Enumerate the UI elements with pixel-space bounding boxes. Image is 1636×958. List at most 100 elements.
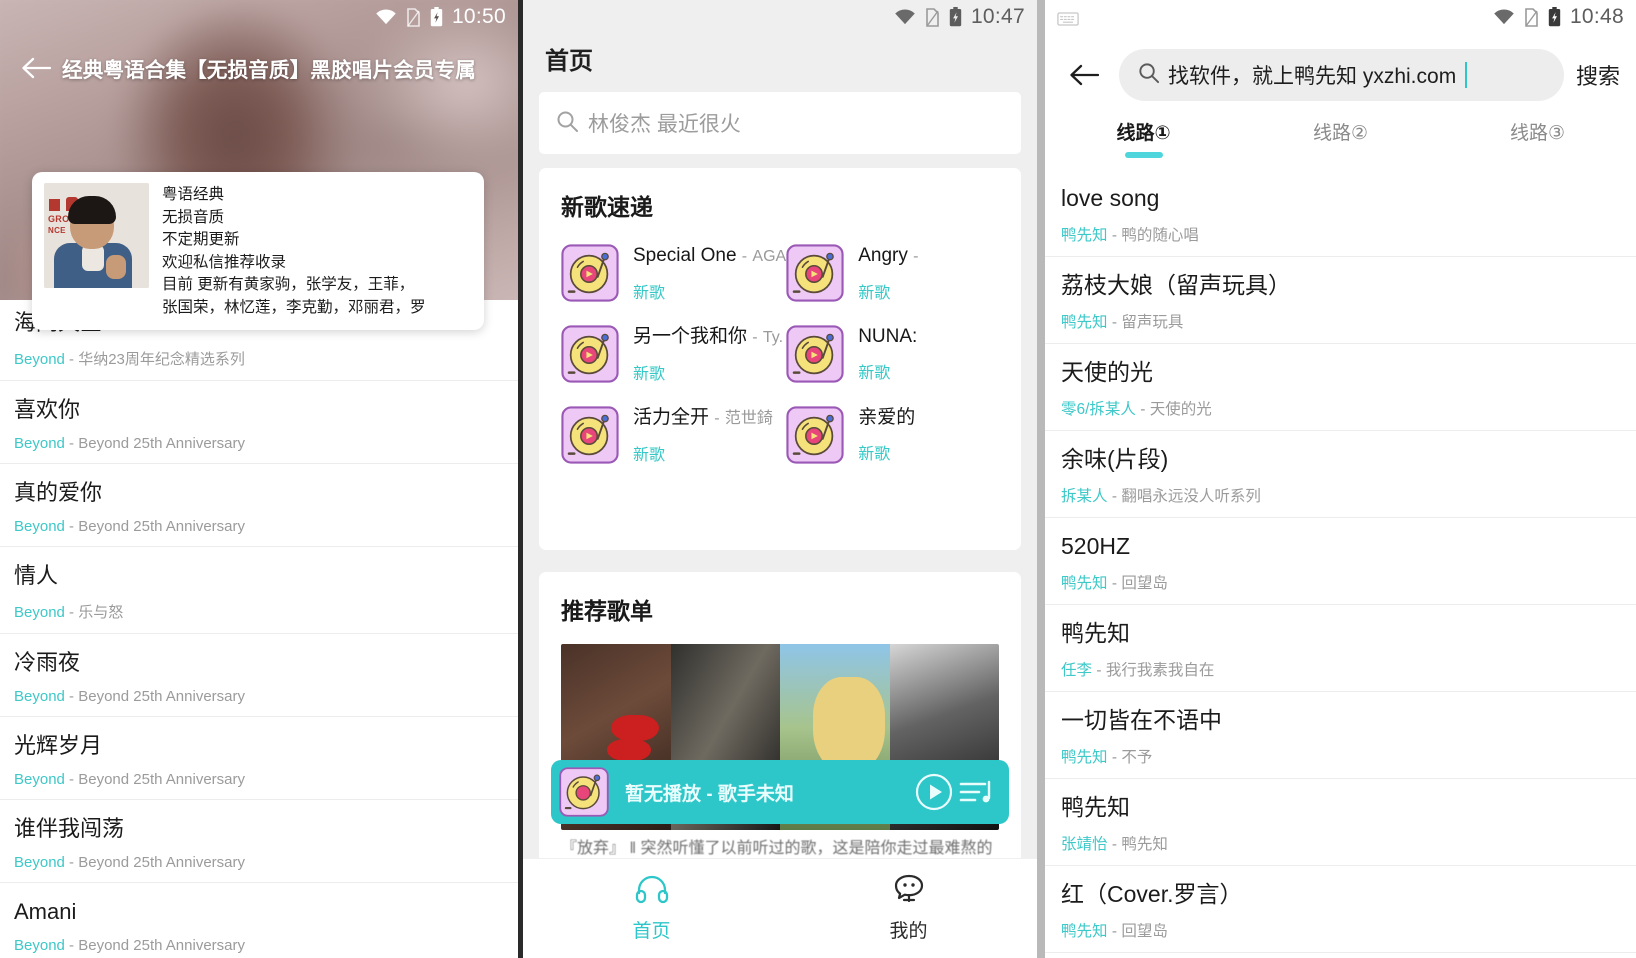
result-title: 鸭先知 (1061, 620, 1130, 646)
new-song-item[interactable]: 活力全开 - 范世錡 新歌 (561, 406, 786, 465)
vinyl-icon (561, 244, 619, 302)
tab-home-label: 首页 (632, 921, 671, 942)
song-title: 冷雨夜 (14, 650, 81, 675)
new-song-title-line: NUNA: (858, 325, 917, 349)
song-album: Beyond 25th Anniversary (78, 688, 245, 705)
phone-screen-album-detail: 10:50 经典粤语合集【无损音质】黑胶唱片会员专属 GROUNCE 粤语经典 (0, 0, 518, 958)
back-arrow-icon[interactable] (14, 46, 58, 90)
song-separator: - (69, 771, 75, 788)
search-icon (555, 109, 579, 138)
status-bar-clock: 10:48 (1569, 5, 1624, 28)
song-list-item[interactable]: 谁伴我闯荡 Beyond - Beyond 25th Anniversary (0, 800, 518, 883)
search-result-item[interactable]: 天使的光 零6/拆某人 - 天使的光 (1045, 344, 1636, 431)
status-bar-clock: 10:50 (451, 5, 506, 28)
new-song-item[interactable]: 另一个我和你 - Ty. 新歌 (561, 325, 786, 384)
result-separator: - (1140, 401, 1146, 418)
search-input-value: 找软件，就上鸭先知 yxzhi.com (1168, 65, 1457, 88)
source-tabs: 线路① 线路② 线路③ (1045, 118, 1636, 168)
result-meta: 鸭先知 - 鸭的随心唱 (1061, 223, 1620, 245)
song-list-item[interactable]: 冷雨夜 Beyond - Beyond 25th Anniversary (0, 634, 518, 717)
new-songs-grid: Special One - AGA 新歌 Angry - 新歌 另一个我和你 -… (561, 244, 999, 465)
song-album: 乐与怒 (78, 604, 124, 621)
new-song-item[interactable]: Special One - AGA 新歌 (561, 244, 786, 303)
result-album: 不予 (1121, 749, 1153, 766)
tab-line-1[interactable]: 线路① (1045, 118, 1242, 168)
new-song-item[interactable]: NUNA: 新歌 (786, 325, 999, 384)
result-meta: 鸭先知 - 留声玩具 (1061, 310, 1620, 332)
tab-home[interactable]: 首页 (523, 859, 780, 958)
tab-line-2-label: 线路② (1312, 123, 1369, 144)
back-arrow-icon[interactable] (1061, 52, 1107, 98)
result-meta: 零6/拆某人 - 天使的光 (1061, 397, 1620, 419)
song-list-item[interactable]: 光辉岁月 Beyond - Beyond 25th Anniversary (0, 717, 518, 800)
result-separator: - (1111, 749, 1117, 766)
status-bar-right: 10:48 (1493, 5, 1624, 29)
page-title: 首页 (545, 47, 593, 75)
search-result-item[interactable]: 520HZ 鸭先知 - 回望岛 (1045, 518, 1636, 605)
tab-line-1-label: 线路① (1116, 123, 1171, 144)
new-song-separator: - (752, 329, 758, 346)
search-result-item[interactable]: 鸭先知 张靖怡 - 鸭先知 (1045, 779, 1636, 866)
search-result-item[interactable]: 荔枝大娘（留声玩具） 鸭先知 - 留声玩具 (1045, 257, 1636, 344)
account-bubble-icon (892, 874, 926, 909)
search-result-item[interactable]: 红（Cover.罗言） 鸭先知 - 回望岛 (1045, 866, 1636, 953)
search-result-item[interactable]: 鸭先知 任李 - 我行我素我自在 (1045, 605, 1636, 692)
song-album: Beyond 25th Anniversary (78, 854, 245, 871)
search-result-item[interactable]: 余味(片段) 拆某人 - 翻唱永远没人听系列 (1045, 431, 1636, 518)
tab-line-3[interactable]: 线路③ (1439, 118, 1636, 168)
new-song-badge: 新歌 (858, 285, 891, 302)
album-top-bar: 经典粤语合集【无损音质】黑胶唱片会员专属 (0, 36, 518, 100)
song-artist: Beyond (14, 351, 65, 368)
search-input[interactable]: 林俊杰 最近很火 (539, 92, 1021, 154)
battery-charging-icon (1548, 7, 1561, 27)
song-list-item[interactable]: Amani Beyond - Beyond 25th Anniversary (0, 883, 518, 958)
tab-line-3-label: 线路③ (1509, 123, 1566, 144)
result-title: love song (1061, 185, 1160, 211)
result-artist: 鸭先知 (1061, 314, 1108, 331)
new-song-item[interactable]: Angry - 新歌 (786, 244, 999, 303)
phone-screen-search-results: 10:48 找软件，就上鸭先知 yxzhi.com 搜索 线路① 线路② 线路③… (1045, 0, 1636, 958)
new-song-title: 另一个我和你 (633, 326, 748, 347)
search-result-item[interactable]: 鸭先知（伴奏） (1045, 953, 1636, 958)
song-album: Beyond 25th Anniversary (78, 435, 245, 452)
song-list-item[interactable]: 喜欢你 Beyond - Beyond 25th Anniversary (0, 381, 518, 464)
search-result-item[interactable]: love song 鸭先知 - 鸭的随心唱 (1045, 170, 1636, 257)
home-header: 首页 (523, 30, 1037, 86)
result-meta: 鸭先知 - 回望岛 (1061, 919, 1620, 941)
tab-mine[interactable]: 我的 (780, 859, 1037, 958)
album-cover-thumbnail: GROU NCE (44, 183, 149, 288)
album-info-card[interactable]: GROU NCE 粤语经典 无损音质 不定期更新 欢迎私信推荐收录 目前 更新有黄… (32, 172, 484, 330)
search-results-list[interactable]: love song 鸭先知 - 鸭的随心唱 荔枝大娘（留声玩具） 鸭先知 - 留… (1045, 170, 1636, 958)
song-album: Beyond 25th Anniversary (78, 937, 245, 954)
new-song-item[interactable]: 亲爱的 新歌 (786, 406, 999, 465)
search-submit-button[interactable]: 搜索 (1576, 59, 1620, 91)
song-meta: Beyond - Beyond 25th Anniversary (14, 688, 504, 705)
song-album: Beyond 25th Anniversary (78, 771, 245, 788)
result-meta: 拆某人 - 翻唱永远没人听系列 (1061, 484, 1620, 506)
result-album: 回望岛 (1121, 923, 1168, 940)
wifi-icon (1493, 9, 1515, 25)
result-title: 天使的光 (1061, 359, 1153, 385)
result-meta: 鸭先知 - 不予 (1061, 745, 1620, 767)
song-list-item[interactable]: 真的爱你 Beyond - Beyond 25th Anniversary (0, 464, 518, 547)
result-title: 520HZ (1061, 533, 1131, 559)
result-meta: 任李 - 我行我素我自在 (1061, 658, 1620, 680)
playlist-music-icon[interactable] (955, 771, 997, 813)
play-circle-icon[interactable] (913, 771, 955, 813)
album-description-line: 粤语经典 (162, 186, 225, 203)
vinyl-icon (561, 406, 619, 464)
new-song-separator: - (741, 248, 748, 265)
search-result-item[interactable]: 一切皆在不语中 鸭先知 - 不予 (1045, 692, 1636, 779)
tab-active-underline (1124, 152, 1163, 158)
song-meta: Beyond - Beyond 25th Anniversary (14, 435, 504, 452)
mini-player-bar[interactable]: 暂无播放 - 歌手未知 (551, 760, 1009, 824)
search-input[interactable]: 找软件，就上鸭先知 yxzhi.com (1119, 49, 1564, 101)
song-list-item[interactable]: 情人 Beyond - 乐与怒 (0, 547, 518, 634)
result-title: 一切皆在不语中 (1061, 707, 1222, 733)
status-bar-search: 10:48 (1045, 0, 1636, 34)
new-song-title-line: 另一个我和你 - Ty. (633, 325, 783, 350)
tab-line-2[interactable]: 线路② (1242, 118, 1439, 168)
bottom-tab-bar: 首页 我的 (523, 858, 1037, 958)
album-song-list[interactable]: 海阔天空 Beyond - 华纳23周年纪念精选系列 喜欢你 Beyond - … (0, 300, 518, 958)
result-album: 我行我素我自在 (1105, 662, 1215, 679)
